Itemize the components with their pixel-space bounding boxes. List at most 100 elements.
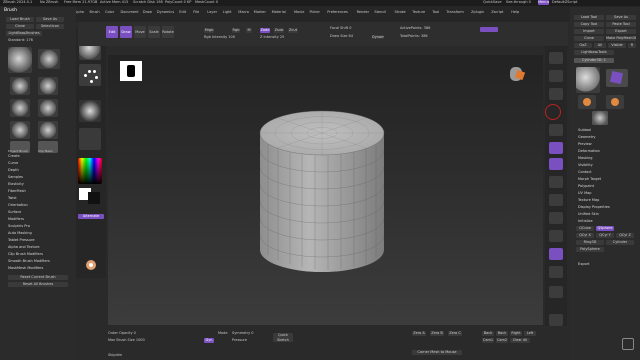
brush-tile-damstandard[interactable]	[38, 77, 58, 95]
tool-section-visibility[interactable]: Visibility	[578, 162, 593, 169]
left-view-button[interactable]: Left	[524, 331, 536, 336]
accent-marker[interactable]	[480, 27, 498, 32]
polysphere-button[interactable]: PolySphere	[576, 247, 604, 252]
menu-stencil[interactable]: Stencil	[374, 10, 386, 15]
section-tablet-pressure[interactable]: Tablet Pressure	[8, 237, 34, 244]
menu-dynamics[interactable]: Dynamics	[157, 10, 174, 15]
tool-section-contact[interactable]: Contact	[578, 169, 592, 176]
all-button[interactable]: All	[594, 43, 606, 48]
see-through-slider[interactable]: See-through 0	[506, 0, 531, 5]
tool-section-polypaint[interactable]: Polypaint	[578, 183, 594, 190]
floor-button[interactable]	[549, 142, 563, 154]
menu-help[interactable]: Help	[511, 10, 519, 15]
menu-tool[interactable]: Tool	[432, 10, 439, 15]
polyf-button[interactable]	[549, 248, 563, 260]
reset-all-brushes-button[interactable]: Reset All Brushes	[8, 282, 68, 287]
brush-tile-move[interactable]	[10, 77, 30, 95]
brush-tile-trimdynamic[interactable]	[38, 99, 58, 117]
menu-texture[interactable]: Texture	[412, 10, 425, 15]
m-button[interactable]: M	[246, 28, 252, 33]
export-tool-button[interactable]: Export	[606, 29, 636, 34]
qsphere-button[interactable]: QSphere	[596, 226, 614, 231]
menu-draw[interactable]: Draw	[143, 10, 152, 15]
menu-macro[interactable]: Macro	[238, 10, 249, 15]
tool-section-export[interactable]: Export	[578, 261, 589, 268]
bpr-button[interactable]	[549, 52, 563, 64]
tool-section-deformation[interactable]: Deformation	[578, 148, 600, 155]
copy-tool-button[interactable]: Copy Tool	[574, 22, 604, 27]
menu-layer[interactable]: Layer	[207, 10, 217, 15]
ring3d-button[interactable]: Ring3D	[576, 240, 604, 245]
menu-movie[interactable]: Movie	[294, 10, 304, 15]
quicksave-button[interactable]: QuickSave	[483, 0, 502, 5]
tool-section-masking[interactable]: Masking	[578, 155, 592, 162]
section-clip-brush-modifiers[interactable]: Clip Brush Modifiers	[8, 251, 43, 258]
move3d-button[interactable]	[549, 194, 563, 206]
zero-a-button[interactable]: Zero A	[412, 331, 426, 336]
zsub-button[interactable]: Zsub	[274, 28, 284, 33]
goz-button[interactable]: GoZ	[574, 43, 592, 48]
alternate-button[interactable]: Alternate	[78, 214, 104, 219]
scale-button[interactable]: Scale	[148, 26, 160, 38]
draw-size-slider[interactable]: Draw Size 64	[330, 34, 353, 39]
tool-section-display-properties[interactable]: Display Properties	[578, 204, 610, 211]
tool-section-geometry[interactable]: Geometry	[578, 134, 595, 141]
section-depth[interactable]: Depth	[8, 167, 19, 174]
section-surface[interactable]: Surface	[8, 209, 21, 216]
tool-thumb-cylinder-small[interactable]	[592, 111, 608, 125]
brush-tile-inflat[interactable]	[38, 121, 58, 139]
section-create[interactable]: Create	[8, 153, 20, 160]
menu-edit[interactable]: Edit	[179, 10, 186, 15]
current-tool-name[interactable]: Cylinder3D: 1	[574, 58, 614, 63]
menu-picker[interactable]: Picker	[310, 10, 320, 15]
navigation-head-icon[interactable]	[506, 65, 526, 89]
cam1-button[interactable]: Cam1	[482, 338, 494, 343]
menus-button[interactable]: Menus	[538, 0, 549, 5]
lightbox-brushes-button[interactable]: LightBox▸Brushes	[6, 31, 42, 36]
section-maskmesh-modifiers[interactable]: MaskMesh Modifiers	[8, 265, 43, 272]
section-auto-masking[interactable]: Auto Masking	[8, 230, 32, 237]
import-button[interactable]: Import	[574, 29, 604, 34]
menu-render[interactable]: Render	[357, 10, 369, 15]
load-brush-button[interactable]: Load Brush	[6, 17, 34, 22]
tool-save-as-button[interactable]: Save As	[606, 15, 636, 20]
draw-button[interactable]: Draw	[120, 26, 132, 38]
secondary-color-swatch[interactable]	[88, 192, 100, 204]
load-tool-button[interactable]: Load Tool	[574, 15, 604, 20]
tool-thumb-eraserbrush[interactable]	[606, 95, 624, 109]
tool-section-subtool[interactable]: Subtool	[578, 127, 591, 134]
edit-button[interactable]: Edit	[106, 26, 118, 38]
texture-icon[interactable]	[79, 128, 101, 150]
menu-marker[interactable]: Marker	[254, 10, 266, 15]
rotate-button[interactable]: Rotate	[162, 26, 174, 38]
paste-tool-button[interactable]: Paste Tool	[606, 22, 636, 27]
scroll-button[interactable]	[549, 70, 563, 82]
tool-thumb-cylinder3d[interactable]	[576, 67, 600, 93]
zero-c-button[interactable]: Zero C	[448, 331, 462, 336]
section-elasticity[interactable]: Elasticity	[8, 181, 24, 188]
focal-shift-slider[interactable]: Focal Shift 0	[330, 26, 351, 31]
tool-section-preview[interactable]: Preview	[578, 141, 592, 148]
mrgb-button[interactable]: Mrgb	[204, 28, 214, 33]
select-icon-button[interactable]: SelectIcon	[36, 24, 64, 29]
menu-document[interactable]: Document	[121, 10, 139, 15]
section-orientation[interactable]: Orientation	[8, 202, 28, 209]
menu-stroke[interactable]: Stroke	[395, 10, 406, 15]
tool-section-uv-map[interactable]: UV Map	[578, 190, 591, 197]
menu-material[interactable]: Material	[272, 10, 286, 15]
tool-section-initialize[interactable]: Initialize	[578, 218, 593, 225]
zero-b-button[interactable]: Zero B	[430, 331, 444, 336]
menu-preferences[interactable]: Preferences	[327, 10, 348, 15]
corner-mesh-to-mouse-button[interactable]: Corner Mesh to Mouse	[412, 350, 462, 355]
section-twist[interactable]: Twist	[8, 195, 17, 202]
lsym-button[interactable]	[549, 158, 563, 170]
dynamic-button[interactable]: Dynamic	[372, 35, 384, 39]
zoom3d-button[interactable]	[549, 212, 563, 224]
tool-thumb-polymesh3d[interactable]	[606, 69, 628, 87]
section-fibermesh[interactable]: FiberMesh	[8, 188, 26, 195]
section-smooth-brush-modifiers[interactable]: Smooth Brush Modifiers	[8, 258, 50, 265]
qcyl-y-button[interactable]: QCyl Y	[596, 233, 614, 238]
right-view-button[interactable]: Right	[510, 331, 522, 336]
transp-button[interactable]	[549, 266, 563, 278]
zoom-button[interactable]	[549, 88, 563, 100]
